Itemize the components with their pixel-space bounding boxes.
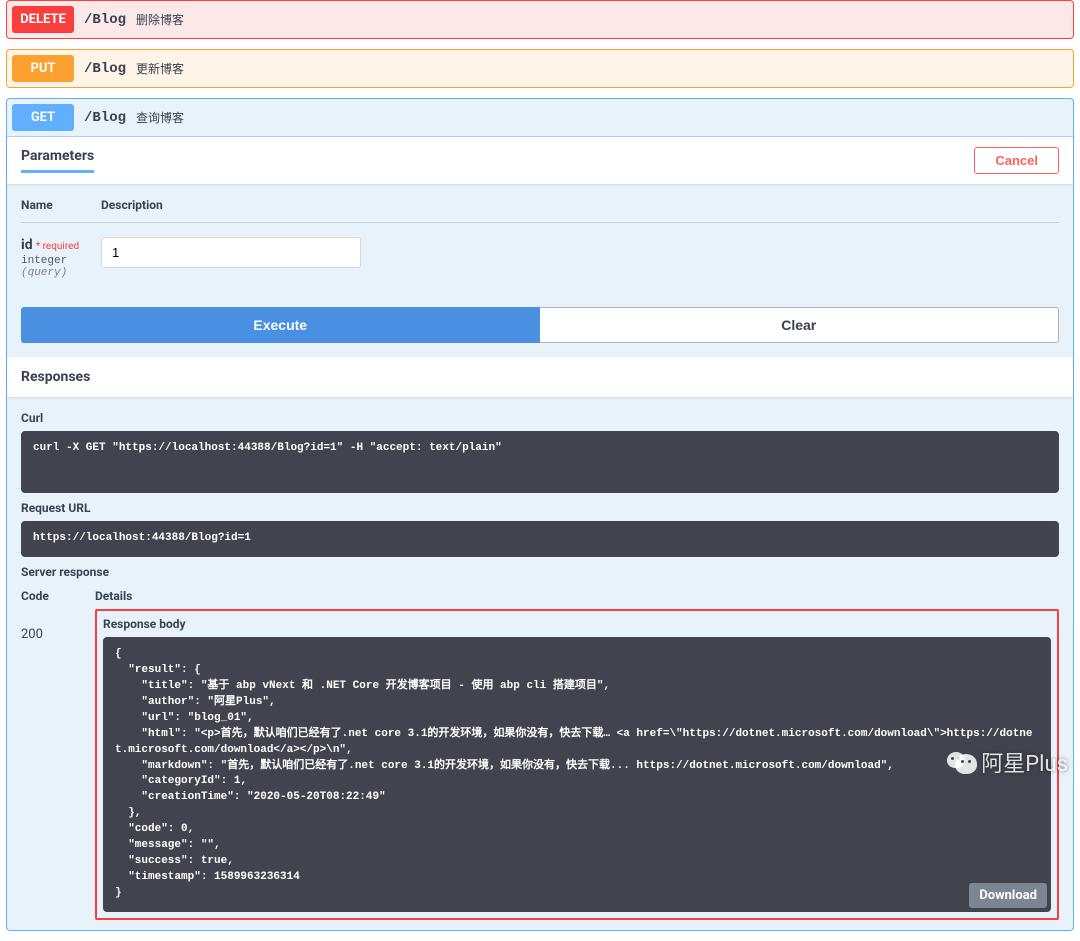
clear-button[interactable]: Clear	[540, 307, 1060, 343]
opblock-put[interactable]: PUT /Blog 更新博客	[6, 49, 1074, 88]
curl-block[interactable]: curl -X GET "https://localhost:44388/Blo…	[21, 431, 1059, 493]
param-input-id[interactable]	[101, 237, 361, 268]
opblock-body: Parameters Cancel Name Description id * …	[7, 136, 1073, 930]
curl-label: Curl	[21, 411, 1059, 425]
param-name: id	[21, 237, 33, 253]
cancel-button[interactable]: Cancel	[974, 147, 1059, 174]
code-column: Code	[21, 589, 95, 603]
responses-header: Responses	[7, 357, 1073, 397]
response-body-label: Response body	[103, 617, 1051, 631]
path-delete: /Blog	[84, 12, 126, 28]
opblock-get: GET /Blog 查询博客 Parameters Cancel Name De…	[6, 98, 1074, 931]
path-get: /Blog	[84, 110, 126, 126]
download-button[interactable]: Download	[969, 883, 1047, 908]
method-badge-put: PUT	[12, 55, 74, 82]
desc-put: 更新博客	[136, 60, 184, 77]
responses-section: Responses Curl curl -X GET "https://loca…	[7, 357, 1073, 930]
response-details: Response body { "result": { "title": "基于…	[95, 609, 1059, 920]
param-type: integer	[21, 255, 101, 267]
execute-button[interactable]: Execute	[21, 307, 540, 343]
request-url-label: Request URL	[21, 501, 1059, 515]
summary-put[interactable]: PUT /Blog 更新博客	[7, 50, 1073, 87]
col-description: Description	[101, 198, 163, 212]
execute-row: Execute Clear	[7, 293, 1073, 357]
parameters-tab[interactable]: Parameters	[21, 148, 94, 173]
responses-title: Responses	[21, 369, 1059, 385]
param-in: (query)	[21, 267, 101, 279]
parameters-header: Parameters Cancel	[7, 137, 1073, 184]
param-row-id: id * required integer (query)	[21, 237, 1059, 279]
opblock-delete[interactable]: DELETE /Blog 删除博客	[6, 0, 1074, 39]
summary-get[interactable]: GET /Blog 查询博客	[7, 99, 1073, 136]
details-column: Details	[95, 589, 132, 603]
desc-delete: 删除博客	[136, 11, 184, 28]
status-code: 200	[21, 609, 95, 642]
method-badge-get: GET	[12, 104, 74, 131]
response-body[interactable]: { "result": { "title": "基于 abp vNext 和 .…	[103, 637, 1051, 912]
param-required: * required	[36, 241, 79, 252]
parameters-table: Name Description id * required integer (…	[7, 184, 1073, 293]
method-badge-delete: DELETE	[12, 6, 74, 33]
request-url-block[interactable]: https://localhost:44388/Blog?id=1	[21, 521, 1059, 557]
col-name: Name	[21, 198, 101, 212]
response-row-200: 200 Response body { "result": { "title":…	[21, 609, 1059, 920]
path-put: /Blog	[84, 61, 126, 77]
server-response-label: Server response	[21, 565, 1059, 579]
desc-get: 查询博客	[136, 109, 184, 126]
summary-delete[interactable]: DELETE /Blog 删除博客	[7, 1, 1073, 38]
